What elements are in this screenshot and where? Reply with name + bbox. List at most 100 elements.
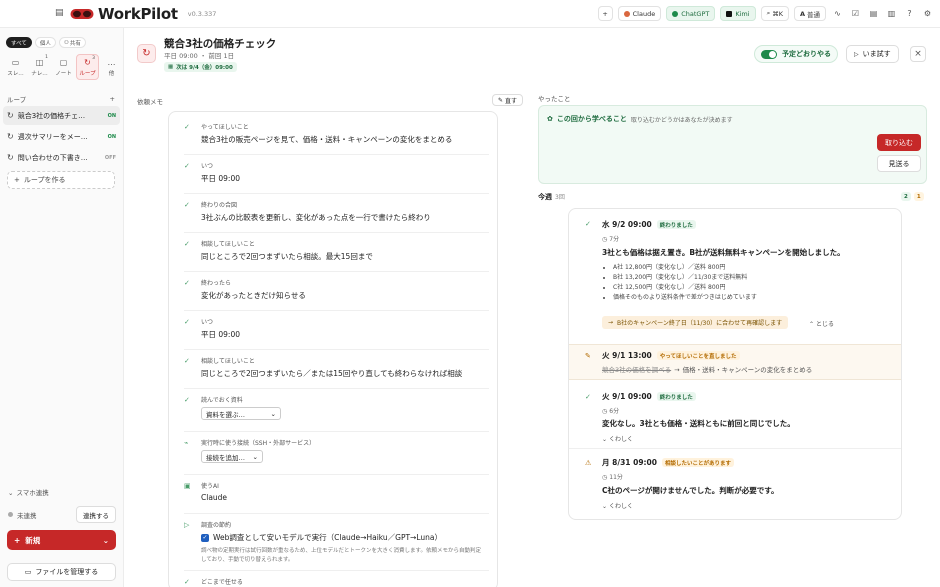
skip-button[interactable]: 見送る	[877, 155, 921, 172]
try-now-button[interactable]: ▷ いま試す	[846, 45, 899, 63]
gear-icon[interactable]: ⚙	[921, 7, 934, 20]
loop-icon: ↻	[84, 57, 91, 67]
check-icon: ✓	[184, 357, 190, 365]
text-size-button[interactable]: A 普通	[793, 6, 826, 21]
chatgpt-icon	[672, 10, 679, 17]
smartphone-heading: ⌄ スマホ連携	[8, 489, 49, 497]
memo-field: ▷ 調査の節約 ✓ Web調査として安いモデルで実行（Claude→Haiku／GPT…	[184, 517, 489, 571]
timeline-entry: ✎ 火 9/1 13:00 やってほしいことを直しました 競合3社の価格を調べる →…	[569, 344, 901, 380]
edit-memo-button[interactable]: ✎ 直す	[492, 94, 524, 106]
request-memo-card: ✓ やってほしいこと 競合3社の販売ページを見て、価格・送料・キャンペーンの変化をま…	[168, 111, 498, 587]
filter-personal[interactable]: 個人	[34, 37, 56, 48]
timeline-card: ✓ 水 9/2 09:00 終わりました ◷ 7分 3社とも価格は据え置き。B社が送…	[568, 208, 902, 520]
page-title: 競合3社の価格チェック	[164, 38, 277, 50]
arrow-right-icon: →	[608, 319, 614, 326]
chevron-down-icon: ⌄	[602, 436, 608, 443]
details-button[interactable]: ⌄ くわしく	[602, 434, 633, 443]
close-button[interactable]: ×	[910, 46, 926, 62]
cheap-model-checkbox[interactable]: ✓ Web調査として安いモデルで実行（Claude→Haiku／GPT→Luna）	[201, 532, 442, 543]
model-kimi[interactable]: Kimi	[720, 6, 756, 21]
done-count-badge: 2	[901, 192, 911, 201]
clock-icon: ◷	[602, 474, 608, 481]
smartphone-status: 未連携	[8, 510, 37, 520]
search-icon: ⌕	[766, 9, 771, 17]
memo-field: ✓ どこまで任せる	[184, 578, 243, 586]
memo-field: ✓ いつ 平日 09:00	[184, 314, 489, 350]
make-loop-button[interactable]: + ループを作る	[7, 171, 115, 189]
mode-loops[interactable]: 3 ↻ ループ	[76, 54, 99, 80]
check-icon: ✓	[184, 240, 190, 248]
mode-other[interactable]: … 他	[100, 54, 123, 80]
mode-notes[interactable]: ▢ ノート	[52, 54, 75, 80]
memo-label: 依頼メモ	[137, 98, 163, 106]
activity-icon[interactable]: ∿	[831, 7, 844, 20]
new-button[interactable]: + 新規 ⌄	[7, 530, 116, 550]
chat-icon: ▭	[11, 57, 20, 67]
knowledge-icon: ◫	[35, 57, 44, 67]
pencil-icon: ✎	[498, 96, 504, 104]
details-button[interactable]: ⌄ くわしく	[602, 501, 633, 510]
check-icon: ✓	[184, 201, 190, 209]
loop-icon: ↻	[137, 44, 156, 63]
search-button[interactable]: ⌕ ⌘K	[760, 6, 789, 21]
chevron-down-icon: ⌄	[602, 503, 608, 510]
check-icon: ✓	[184, 396, 190, 404]
loop-item[interactable]: ↻ 週次サマリーをメー… ON	[3, 127, 120, 146]
connect-button[interactable]: 連携する	[76, 506, 116, 523]
check-icon: ✓	[184, 578, 190, 586]
manage-files-button[interactable]: ▭ ファイルを管理する	[7, 563, 116, 581]
chevron-down-icon: ⌄	[102, 535, 109, 545]
materials-select[interactable]: 資料を選ぶ… ⌄	[201, 407, 281, 420]
play-icon: ▷	[854, 50, 859, 58]
close-icon: ×	[914, 49, 922, 59]
filter-shared[interactable]: ⚇ 共有	[58, 37, 86, 48]
sidebar: すべて 個人 ⚇ 共有 ▭ スレ… 1 ◫ ナレ… ▢ ノート 3 ↻ ループ … 他 ループ +…	[0, 28, 124, 587]
take-in-button[interactable]: 取り込む	[877, 134, 921, 151]
claude-icon	[623, 10, 630, 17]
loop-item[interactable]: ↻ 競合3社の価格チェ… ON	[3, 106, 120, 125]
sidebar-toggle-icon[interactable]: ▤	[55, 8, 64, 18]
mode-threads[interactable]: ▭ スレ…	[4, 54, 27, 80]
logo-goggles-icon	[70, 8, 94, 19]
arrow-right-icon: →	[674, 366, 680, 374]
clock-icon: ◷	[602, 408, 608, 415]
note-icon: ▢	[59, 57, 68, 67]
loop-icon: ↻	[7, 111, 14, 120]
collapse-button[interactable]: ⌃ とじる	[809, 319, 834, 328]
add-button[interactable]: +	[597, 6, 613, 21]
week-heading: 今週 3回	[538, 193, 565, 201]
shared-icon: ⚇	[63, 39, 69, 46]
add-loop-icon[interactable]: +	[110, 95, 115, 103]
plus-icon: +	[14, 176, 20, 184]
next-run-badge: ▦ 次は 9/4（金）09:00	[164, 62, 237, 72]
memo-field: ⌁ 実行時に使う接続（SSH・外部サービス） 接続を追加… ⌄	[184, 435, 489, 475]
more-icon: …	[107, 57, 116, 67]
ai-icon: ▣	[184, 482, 191, 490]
model-claude[interactable]: Claude	[617, 6, 662, 21]
mode-knowledge[interactable]: 1 ◫ ナレ…	[28, 54, 51, 80]
memo-field: ✓ 読んでおく資料 資料を選ぶ… ⌄	[184, 392, 489, 432]
calendar-icon: ▦	[168, 64, 174, 70]
filter-all[interactable]: すべて	[6, 37, 32, 48]
check-icon: ✓	[184, 279, 190, 287]
follow-up-note: → B社のキャンペーン終了日（11/30）に合わせて再確認します	[602, 316, 789, 329]
folder-icon: ▭	[24, 568, 32, 576]
check-icon: ✓	[184, 318, 190, 326]
memo-field: ✓ 終わったら 変化があったときだけ知らせる	[184, 275, 489, 311]
toggle-switch	[761, 49, 777, 59]
check-icon: ✓	[585, 220, 591, 228]
chevron-down-icon: ⌄	[8, 489, 14, 497]
chevron-down-icon: ⌄	[252, 452, 258, 461]
warning-icon: ⚠	[585, 459, 592, 467]
document-icon[interactable]: ▤	[867, 7, 880, 20]
font-icon: A	[799, 9, 805, 18]
schedule-toggle[interactable]: 予定どおりやる	[754, 45, 838, 63]
model-chatgpt[interactable]: ChatGPT	[666, 6, 716, 21]
checklist-icon[interactable]: ☑	[849, 7, 862, 20]
help-icon[interactable]: ?	[903, 7, 916, 20]
memo-field: ✓ 相談してほしいこと 同じところで2回つまずいたら／または15回やり直しても終わら…	[184, 353, 489, 389]
book-icon[interactable]: ▥	[885, 7, 898, 20]
loop-item[interactable]: ↻ 問い合わせの下書き… OFF	[3, 148, 120, 167]
connection-select[interactable]: 接続を追加… ⌄	[201, 450, 263, 463]
memo-field: ✓ やってほしいこと 競合3社の販売ページを見て、価格・送料・キャンペーンの変化をま…	[184, 119, 489, 155]
